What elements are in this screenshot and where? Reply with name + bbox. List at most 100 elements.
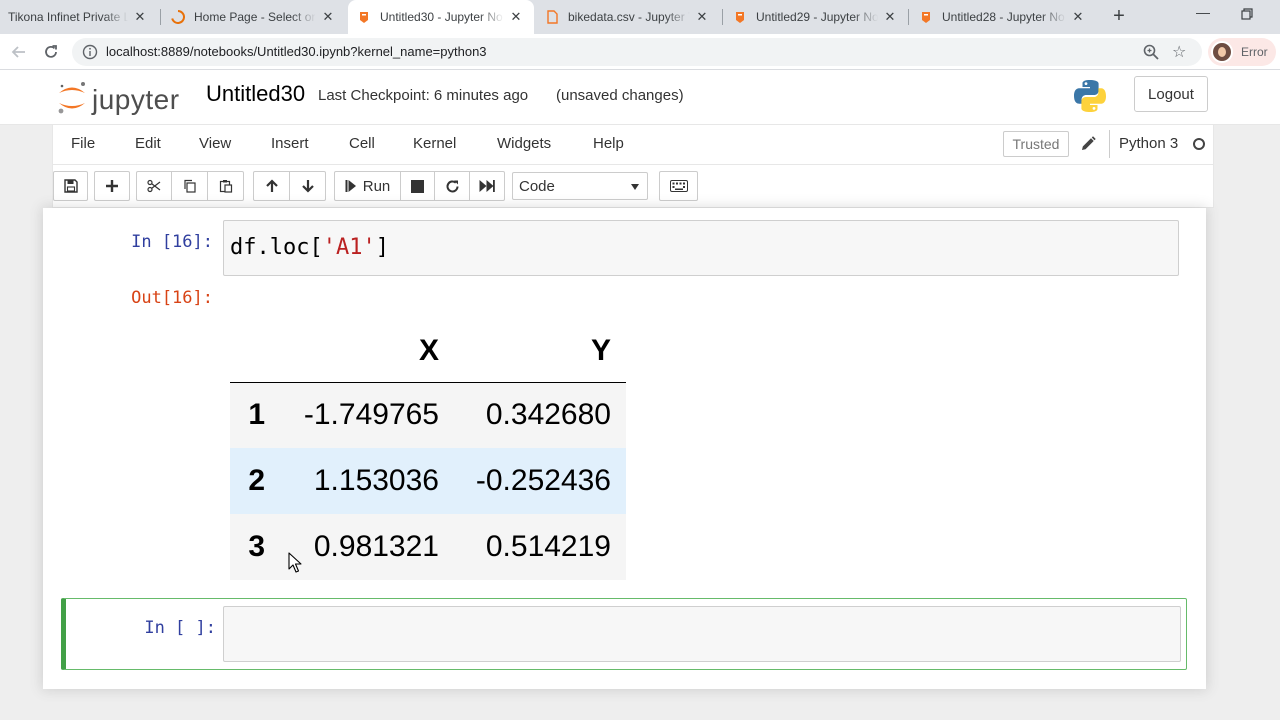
loading-spinner-icon (170, 9, 186, 25)
step-forward-icon (345, 180, 356, 192)
trusted-indicator[interactable]: Trusted (1003, 131, 1069, 157)
code-cell-input[interactable]: df.loc['A1'] (223, 220, 1179, 276)
zoom-icon[interactable] (1142, 43, 1160, 61)
back-arrow-icon[interactable] (8, 41, 30, 63)
run-button[interactable]: Run (334, 171, 401, 201)
new-tab-plus-icon[interactable]: + (1108, 6, 1130, 28)
table-header-row: X Y (230, 320, 626, 383)
profile-button[interactable]: Error (1208, 38, 1276, 66)
close-icon[interactable]: ✕ (882, 9, 898, 25)
move-cell-down-button[interactable] (289, 171, 326, 201)
browser-tab-tikona[interactable]: Tikona Infinet Private Li ✕ (0, 0, 158, 34)
kernel-separator (1109, 130, 1110, 158)
tab-title: Home Page - Select or c (194, 10, 316, 24)
close-icon[interactable]: ✕ (1070, 9, 1086, 25)
notebook-toolbar: Run Code (52, 165, 1214, 208)
cell-x: 0.981321 (313, 530, 439, 563)
cell-x: 1.153036 (313, 464, 439, 497)
close-icon[interactable]: ✕ (508, 9, 524, 25)
tab-title: Untitled29 - Jupyter No (756, 10, 878, 24)
browser-tab-untitled28[interactable]: Untitled28 - Jupyter No ✕ (910, 0, 1096, 34)
move-cell-up-button[interactable] (253, 171, 290, 201)
browser-toolbar: localhost:8889/notebooks/Untitled30.ipyn… (0, 34, 1280, 70)
close-icon[interactable]: ✕ (694, 9, 710, 25)
jupyter-logo[interactable]: jupyter (56, 78, 196, 118)
arrow-down-icon (301, 180, 314, 193)
jupyter-notebook-icon (918, 9, 934, 25)
plus-icon (106, 180, 118, 192)
row-index: 2 (248, 464, 265, 497)
browser-tab-bikedata[interactable]: bikedata.csv - Jupyter T ✕ (536, 0, 720, 34)
chevron-down-icon (631, 184, 639, 190)
restore-window-icon[interactable] (1232, 4, 1262, 26)
code-prefix: df.loc[ (230, 235, 323, 260)
copy-icon (183, 179, 196, 193)
close-icon[interactable]: ✕ (320, 9, 336, 25)
row-index: 1 (248, 398, 265, 432)
url-text: localhost:8889/notebooks/Untitled30.ipyn… (106, 44, 487, 59)
browser-tab-untitled29[interactable]: Untitled29 - Jupyter No ✕ (724, 0, 908, 34)
arrow-up-icon (265, 179, 278, 192)
avatar (1211, 41, 1233, 63)
jupyter-logo-icon (58, 82, 85, 114)
info-icon[interactable] (82, 44, 98, 60)
menu-insert[interactable]: Insert (271, 135, 309, 152)
jupyter-wordmark: jupyter (92, 84, 180, 115)
active-code-cell[interactable]: In [ ]: (61, 598, 1187, 670)
run-label: Run (362, 177, 391, 195)
command-palette-button[interactable] (659, 171, 698, 201)
autosave-status: (unsaved changes) (556, 87, 684, 104)
jupyter-notebook-icon (356, 9, 372, 25)
logout-button[interactable]: Logout (1134, 76, 1208, 112)
cell-x: -1.749765 (303, 398, 439, 432)
pencil-icon[interactable] (1079, 135, 1097, 153)
dataframe-output-table: X Y 1 -1.749765 0.342680 2 1.153036 -0.2… (230, 320, 626, 580)
insert-cell-below-button[interactable] (94, 171, 130, 201)
menu-widgets[interactable]: Widgets (497, 135, 551, 152)
browser-tab-untitled30[interactable]: Untitled30 - Jupyter No ✕ (348, 0, 534, 34)
menu-view[interactable]: View (199, 135, 231, 152)
menu-help[interactable]: Help (593, 135, 624, 152)
cell-type-select[interactable]: Code (512, 172, 648, 200)
jupyter-notebook-icon (732, 9, 748, 25)
profile-status: Error (1241, 45, 1268, 59)
browser-tab-strip: Tikona Infinet Private Li ✕ Home Page - … (0, 0, 1280, 34)
restart-icon (446, 179, 458, 192)
notebook-title[interactable]: Untitled30 (206, 81, 305, 107)
address-bar[interactable]: localhost:8889/notebooks/Untitled30.ipyn… (72, 38, 1202, 66)
browser-tab-home-page[interactable]: Home Page - Select or c ✕ (162, 0, 346, 34)
cell-y: -0.252436 (475, 464, 611, 497)
interrupt-kernel-button[interactable] (400, 171, 435, 201)
jupyter-header: jupyter Untitled30 Last Checkpoint: 6 mi… (0, 70, 1280, 125)
output-prompt: Out[16]: (131, 288, 213, 308)
code-text: df.loc['A1'] (230, 235, 389, 260)
input-prompt: In [ ]: (144, 618, 216, 638)
menu-cell[interactable]: Cell (349, 135, 375, 152)
input-prompt: In [16]: (131, 232, 213, 252)
menu-kernel[interactable]: Kernel (413, 135, 456, 152)
menu-file[interactable]: File (71, 135, 95, 152)
paste-icon (219, 180, 232, 193)
table-row: 1 -1.749765 0.342680 (230, 382, 626, 448)
copy-cells-button[interactable] (171, 171, 208, 201)
code-cell-input[interactable] (223, 606, 1181, 662)
cut-cells-button[interactable] (136, 171, 172, 201)
notebook-container: In [16]: df.loc['A1'] Out[16]: X Y 1 -1.… (43, 208, 1206, 689)
tab-title: Untitled28 - Jupyter No (942, 10, 1065, 24)
column-header-x: X (280, 320, 454, 383)
menu-edit[interactable]: Edit (135, 135, 161, 152)
column-header-y: Y (454, 320, 626, 383)
save-button[interactable] (53, 171, 88, 201)
reload-icon[interactable] (40, 41, 62, 63)
tab-separator (722, 9, 723, 25)
restart-run-all-button[interactable] (469, 171, 505, 201)
minimize-icon[interactable]: — (1188, 4, 1218, 26)
paste-cells-button[interactable] (207, 171, 244, 201)
bookmark-star-icon[interactable]: ☆ (1172, 42, 1186, 62)
python-logo-icon (1074, 80, 1106, 112)
kernel-idle-indicator-icon (1193, 138, 1205, 150)
tab-title: bikedata.csv - Jupyter T (568, 10, 690, 24)
restart-kernel-button[interactable] (434, 171, 470, 201)
kernel-name: Python 3 (1119, 135, 1179, 152)
close-icon[interactable]: ✕ (132, 9, 148, 25)
